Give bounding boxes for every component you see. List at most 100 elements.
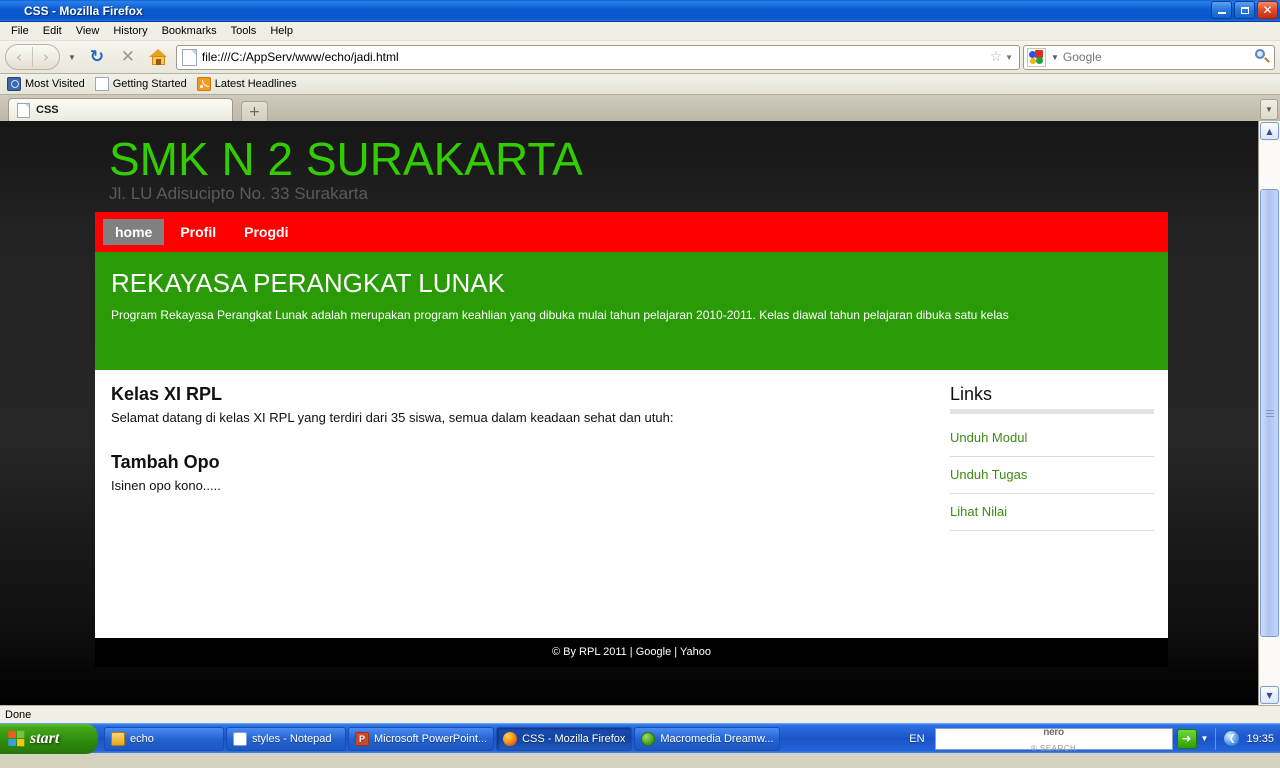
bookmarks-toolbar: Most Visited Getting Started Latest Head… bbox=[0, 74, 1280, 95]
footer-copyright: © By RPL 2011 | bbox=[552, 646, 636, 659]
chevron-down-icon[interactable]: ▼ bbox=[1047, 53, 1063, 62]
sidebar-link-unduh-modul[interactable]: Unduh Modul bbox=[950, 426, 1154, 458]
taskbar-item-label: Microsoft PowerPoint... bbox=[374, 732, 488, 745]
sidebar-link-unduh-tugas[interactable]: Unduh Tugas bbox=[950, 457, 1154, 495]
chevron-down-icon[interactable]: ▼ bbox=[64, 53, 80, 62]
new-tab-button[interactable]: + bbox=[241, 101, 268, 121]
reload-button[interactable]: ↻ bbox=[83, 44, 111, 70]
web-page: SMK N 2 SURAKARTA Jl. LU Adisucipto No. … bbox=[0, 121, 1258, 705]
sidebar: Links Unduh Modul Unduh Tugas Lihat Nila… bbox=[940, 370, 1168, 638]
menu-edit[interactable]: Edit bbox=[36, 23, 69, 39]
site-nav-menu: home Profil Progdi bbox=[95, 212, 1168, 253]
banner-text: Program Rekayasa Perangkat Lunak adalah … bbox=[111, 308, 1009, 323]
status-bar: Done bbox=[0, 705, 1280, 723]
menu-file[interactable]: File bbox=[4, 23, 36, 39]
window-titlebar: CSS - Mozilla Firefox ✕ bbox=[0, 0, 1280, 22]
page-container: SMK N 2 SURAKARTA Jl. LU Adisucipto No. … bbox=[95, 121, 1168, 668]
taskbar-item-firefox[interactable]: CSS - Mozilla Firefox bbox=[496, 726, 633, 751]
menu-help[interactable]: Help bbox=[263, 23, 300, 39]
go-button[interactable]: ➜ bbox=[1176, 728, 1197, 749]
list-all-tabs-button[interactable]: ▼ bbox=[1260, 99, 1278, 120]
article-heading: Tambah Opo bbox=[111, 452, 220, 473]
sidebar-heading: Links bbox=[950, 384, 993, 405]
menu-tools[interactable]: Tools bbox=[224, 23, 264, 39]
page-icon bbox=[17, 102, 30, 118]
home-button[interactable] bbox=[145, 44, 173, 70]
system-tray: EN nero ® SEARCH ➜ ▼ ❮ 19:35 bbox=[903, 726, 1280, 753]
taskbar-item-label: Macromedia Dreamw... bbox=[660, 732, 774, 745]
taskbar-item-powerpoint[interactable]: P Microsoft PowerPoint... bbox=[348, 726, 495, 751]
footer-link-google[interactable]: Google bbox=[636, 646, 671, 658]
bookmark-label: Most Visited bbox=[25, 78, 85, 90]
search-bar[interactable]: ▼ bbox=[1023, 44, 1275, 70]
menu-view[interactable]: View bbox=[69, 23, 107, 39]
stop-button[interactable]: ✕ bbox=[114, 44, 142, 70]
bookmark-most-visited[interactable]: Most Visited bbox=[5, 76, 91, 92]
taskbar-item-notepad[interactable]: styles - Notepad bbox=[226, 726, 346, 751]
page-footer: © By RPL 2011 | Google | Yahoo bbox=[95, 638, 1168, 668]
search-icon[interactable] bbox=[1253, 48, 1271, 66]
menu-bar: File Edit View History Bookmarks Tools H… bbox=[0, 22, 1280, 41]
taskbar-item-dreamweaver[interactable]: Macromedia Dreamw... bbox=[634, 726, 781, 751]
main-column: Kelas XI RPL Selamat datang di kelas XI … bbox=[95, 370, 940, 638]
article-heading: Kelas XI RPL bbox=[111, 384, 223, 405]
taskbar-item-echo[interactable]: echo bbox=[104, 726, 224, 751]
grip-icon bbox=[1265, 409, 1274, 417]
scrollbar-track[interactable] bbox=[1259, 141, 1280, 685]
most-visited-icon bbox=[7, 77, 21, 91]
menu-bookmarks[interactable]: Bookmarks bbox=[155, 23, 224, 39]
start-label: start bbox=[30, 729, 60, 747]
program-banner: REKAYASA PERANGKAT LUNAK Program Rekayas… bbox=[95, 252, 1168, 371]
start-button[interactable]: start bbox=[0, 723, 98, 754]
url-text: file:///C:/AppServ/www/echo/jadi.html bbox=[201, 50, 399, 64]
stop-icon: ✕ bbox=[120, 47, 136, 67]
nero-search-label: ® SEARCH bbox=[1030, 743, 1077, 753]
show-hidden-icons-button[interactable]: ❮ bbox=[1223, 730, 1241, 747]
language-indicator[interactable]: EN bbox=[903, 733, 930, 745]
google-icon[interactable] bbox=[1027, 47, 1046, 67]
forward-button[interactable]: › bbox=[33, 45, 59, 69]
page-icon bbox=[94, 77, 109, 91]
menu-history[interactable]: History bbox=[106, 23, 154, 39]
address-bar[interactable]: file:///C:/AppServ/www/echo/jadi.html ☆ … bbox=[175, 44, 1020, 70]
site-header: SMK N 2 SURAKARTA Jl. LU Adisucipto No. … bbox=[95, 121, 1168, 212]
tab-css[interactable]: CSS bbox=[8, 98, 233, 121]
taskbar: start echo styles - Notepad P Microsoft … bbox=[0, 723, 1280, 754]
search-input[interactable] bbox=[1062, 50, 1253, 64]
divider bbox=[950, 409, 1154, 415]
navigation-toolbar: ‹ › ▼ ↻ ✕ file:///C:/AppServ/www/echo/ja… bbox=[0, 41, 1280, 74]
chevron-down-icon[interactable]: ▼ bbox=[1005, 53, 1016, 62]
close-button[interactable]: ✕ bbox=[1257, 1, 1278, 19]
banner-heading: REKAYASA PERANGKAT LUNAK bbox=[111, 268, 505, 299]
firefox-icon bbox=[503, 731, 518, 746]
scroll-down-button[interactable]: ▼ bbox=[1260, 686, 1279, 704]
restore-button[interactable] bbox=[1234, 1, 1255, 19]
bookmark-star-icon[interactable]: ☆ bbox=[987, 49, 1005, 65]
vertical-scrollbar[interactable]: ▲ ▼ bbox=[1258, 121, 1280, 705]
reload-icon: ↻ bbox=[89, 47, 105, 67]
site-title: SMK N 2 SURAKARTA bbox=[109, 133, 583, 185]
clock[interactable]: 19:35 bbox=[1244, 733, 1274, 745]
scrollbar-thumb[interactable] bbox=[1260, 189, 1279, 637]
sidebar-link-lihat-nilai[interactable]: Lihat Nilai bbox=[950, 494, 1154, 532]
taskbar-items: echo styles - Notepad P Microsoft PowerP… bbox=[98, 726, 903, 751]
nero-wordmark: nero bbox=[1043, 726, 1064, 738]
page-icon bbox=[181, 48, 197, 66]
nav-item-progdi[interactable]: Progdi bbox=[232, 219, 300, 245]
footer-separator: | bbox=[671, 646, 680, 659]
bookmark-getting-started[interactable]: Getting Started bbox=[93, 76, 193, 92]
scroll-up-button[interactable]: ▲ bbox=[1260, 122, 1279, 140]
nav-item-profil[interactable]: Profil bbox=[168, 219, 228, 245]
taskbar-item-label: styles - Notepad bbox=[252, 732, 332, 745]
back-button[interactable]: ‹ bbox=[6, 45, 32, 69]
bookmark-latest-headlines[interactable]: Latest Headlines bbox=[195, 76, 303, 92]
firefox-icon bbox=[3, 3, 19, 19]
nav-item-home[interactable]: home bbox=[103, 219, 165, 246]
chevron-down-icon[interactable]: ▼ bbox=[1201, 734, 1209, 743]
minimize-button[interactable] bbox=[1211, 1, 1232, 19]
footer-link-yahoo[interactable]: Yahoo bbox=[680, 646, 711, 658]
nero-search-input[interactable]: nero ® SEARCH bbox=[934, 726, 1173, 753]
back-forward-group: ‹ › bbox=[5, 44, 60, 70]
article-text: Selamat datang di kelas XI RPL yang terd… bbox=[111, 410, 674, 426]
